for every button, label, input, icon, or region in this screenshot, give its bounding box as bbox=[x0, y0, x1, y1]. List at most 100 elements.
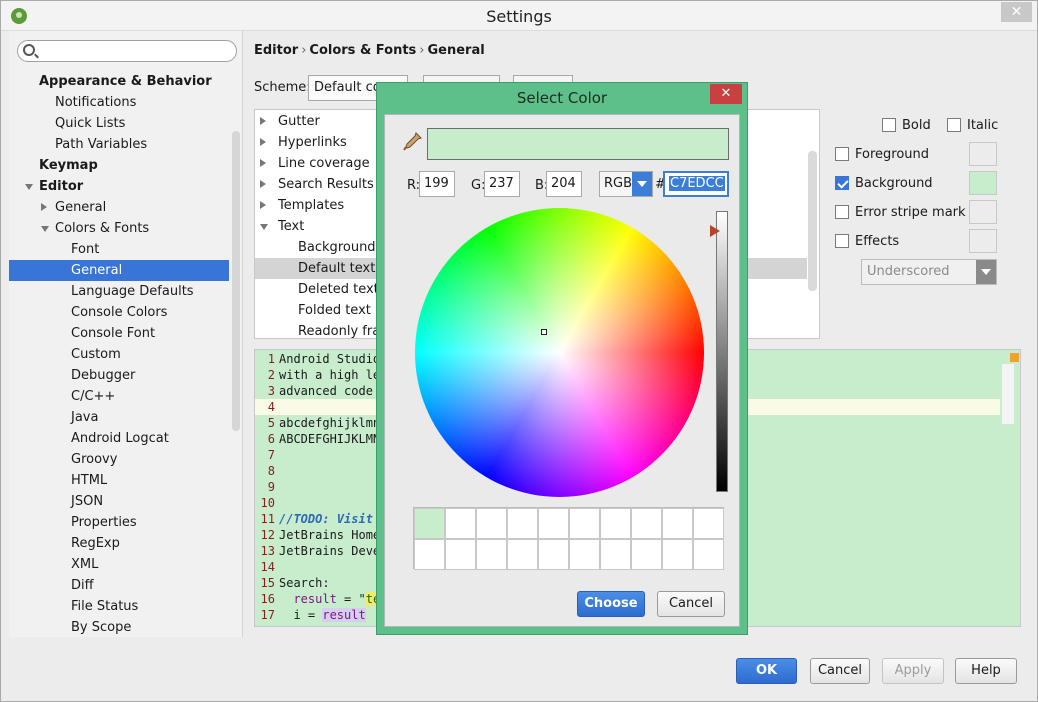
sidebar-item[interactable]: Java bbox=[9, 407, 229, 428]
error-stripe-checkbox[interactable]: Error stripe mark bbox=[835, 205, 966, 220]
recent-color-swatch[interactable] bbox=[507, 539, 538, 570]
window-close-button[interactable]: ✕ bbox=[1001, 2, 1032, 22]
recent-color-swatch[interactable] bbox=[445, 508, 476, 539]
recent-color-swatch[interactable] bbox=[569, 539, 600, 570]
recent-color-swatch[interactable] bbox=[662, 539, 693, 570]
sidebar-item[interactable]: Language Defaults bbox=[9, 281, 229, 302]
green-input[interactable]: 237 bbox=[484, 171, 520, 197]
sidebar-item[interactable]: RegExp bbox=[9, 533, 229, 554]
sidebar-item[interactable]: HTML bbox=[9, 470, 229, 491]
recent-color-swatch[interactable] bbox=[538, 508, 569, 539]
chevron-down-icon[interactable] bbox=[41, 226, 49, 232]
blue-input[interactable]: 204 bbox=[546, 171, 582, 197]
settings-sidebar: Appearance & Behavior Notifications Quick … bbox=[9, 31, 243, 637]
sidebar-item[interactable]: Path Variables bbox=[9, 134, 229, 155]
sidebar-item[interactable]: Editor bbox=[9, 176, 229, 197]
recent-color-swatch[interactable] bbox=[569, 508, 600, 539]
recent-color-swatch[interactable] bbox=[445, 539, 476, 570]
recent-color-swatch[interactable] bbox=[600, 539, 631, 570]
chevron-right-icon[interactable] bbox=[260, 159, 266, 167]
sidebar-item[interactable]: Console Colors bbox=[9, 302, 229, 323]
color-mode-select[interactable]: RGB bbox=[599, 171, 653, 197]
recent-color-swatch[interactable] bbox=[476, 508, 507, 539]
bold-checkbox[interactable]: Bold bbox=[882, 118, 931, 133]
chevron-right-icon[interactable] bbox=[260, 138, 266, 146]
sidebar-item[interactable]: File Status bbox=[9, 596, 229, 617]
chevron-down-icon[interactable] bbox=[260, 224, 268, 230]
choose-button[interactable]: Choose bbox=[577, 591, 645, 617]
chevron-right-icon[interactable] bbox=[260, 201, 266, 209]
sidebar-item[interactable]: Appearance & Behavior bbox=[9, 71, 229, 92]
background-color-swatch[interactable] bbox=[969, 171, 997, 195]
color-wheel[interactable] bbox=[415, 208, 704, 497]
background-checkbox[interactable]: Background bbox=[835, 176, 933, 191]
sidebar-item[interactable]: Keymap bbox=[9, 155, 229, 176]
foreground-color-swatch[interactable] bbox=[969, 142, 997, 166]
recent-color-swatch[interactable] bbox=[476, 539, 507, 570]
error-stripe-color-swatch[interactable] bbox=[969, 200, 997, 224]
checkbox-box[interactable] bbox=[835, 147, 849, 161]
sidebar-item[interactable]: Groovy bbox=[9, 449, 229, 470]
sidebar-scrollbar[interactable] bbox=[232, 131, 240, 431]
effects-checkbox[interactable]: Effects bbox=[835, 234, 899, 249]
sidebar-item[interactable]: Colors & Fonts bbox=[9, 218, 229, 239]
brightness-slider[interactable] bbox=[716, 211, 728, 492]
checkbox-box[interactable] bbox=[835, 205, 849, 219]
checkbox-box[interactable] bbox=[835, 234, 849, 248]
recent-color-swatch[interactable] bbox=[631, 539, 662, 570]
sidebar-item[interactable]: Console Font bbox=[9, 323, 229, 344]
settings-search-input[interactable] bbox=[17, 40, 237, 62]
recent-color-swatch[interactable] bbox=[600, 508, 631, 539]
recent-color-swatch[interactable] bbox=[662, 508, 693, 539]
editor-scrollbar[interactable] bbox=[1002, 364, 1014, 424]
chevron-right-icon[interactable] bbox=[260, 117, 266, 125]
effect-type-select[interactable]: Underscored bbox=[861, 259, 997, 285]
sidebar-item[interactable]: Quick Lists bbox=[9, 113, 229, 134]
sidebar-item[interactable]: By Scope bbox=[9, 617, 229, 638]
sidebar-item[interactable]: Font bbox=[9, 239, 229, 260]
sidebar-item[interactable]: JSON bbox=[9, 491, 229, 512]
color-wheel-cursor[interactable] bbox=[541, 329, 547, 335]
ok-button[interactable]: OK bbox=[736, 658, 797, 684]
recent-color-swatch[interactable] bbox=[414, 539, 445, 570]
sidebar-item[interactable]: Diff bbox=[9, 575, 229, 596]
sidebar-item[interactable]: Debugger bbox=[9, 365, 229, 386]
brightness-thumb[interactable] bbox=[710, 225, 720, 237]
sidebar-item[interactable]: Android Logcat bbox=[9, 428, 229, 449]
sidebar-item[interactable]: General bbox=[9, 197, 229, 218]
hex-input[interactable]: C7EDCC bbox=[663, 171, 729, 197]
checkbox-checked[interactable] bbox=[835, 176, 849, 190]
sidebar-item[interactable]: Custom bbox=[9, 344, 229, 365]
effects-color-swatch[interactable] bbox=[969, 229, 997, 253]
recent-color-swatch[interactable] bbox=[414, 508, 445, 539]
sidebar-item[interactable]: Properties bbox=[9, 512, 229, 533]
sidebar-item[interactable]: C/C++ bbox=[9, 386, 229, 407]
recent-color-swatch[interactable] bbox=[693, 539, 724, 570]
red-input[interactable]: 199 bbox=[419, 171, 455, 197]
attribute-list-scrollbar[interactable] bbox=[808, 151, 817, 291]
checkbox-box[interactable] bbox=[882, 118, 896, 132]
dialog-close-button[interactable]: ✕ bbox=[710, 84, 742, 104]
sidebar-item[interactable]: General bbox=[9, 260, 229, 281]
help-button[interactable]: Help bbox=[955, 658, 1017, 684]
recent-color-swatch[interactable] bbox=[693, 508, 724, 539]
foreground-label: Foreground bbox=[855, 147, 930, 162]
code-text: Search: bbox=[279, 576, 330, 590]
dialog-cancel-button[interactable]: Cancel bbox=[657, 591, 725, 617]
chevron-right-icon[interactable] bbox=[260, 180, 266, 188]
line-number: 2 bbox=[267, 368, 275, 382]
recent-color-swatch[interactable] bbox=[507, 508, 538, 539]
checkbox-box[interactable] bbox=[947, 118, 961, 132]
recent-color-swatch[interactable] bbox=[538, 539, 569, 570]
foreground-checkbox[interactable]: Foreground bbox=[835, 147, 929, 162]
italic-checkbox[interactable]: Italic bbox=[947, 118, 998, 133]
chevron-right-icon[interactable] bbox=[41, 203, 47, 211]
apply-button[interactable]: Apply bbox=[882, 658, 944, 684]
sidebar-item[interactable]: XML bbox=[9, 554, 229, 575]
breadcrumb-separator: › bbox=[301, 43, 307, 58]
eyedropper-icon[interactable] bbox=[403, 131, 423, 151]
recent-color-swatch[interactable] bbox=[631, 508, 662, 539]
cancel-button[interactable]: Cancel bbox=[810, 658, 870, 684]
chevron-down-icon[interactable] bbox=[25, 184, 33, 190]
sidebar-item[interactable]: Notifications bbox=[9, 92, 229, 113]
